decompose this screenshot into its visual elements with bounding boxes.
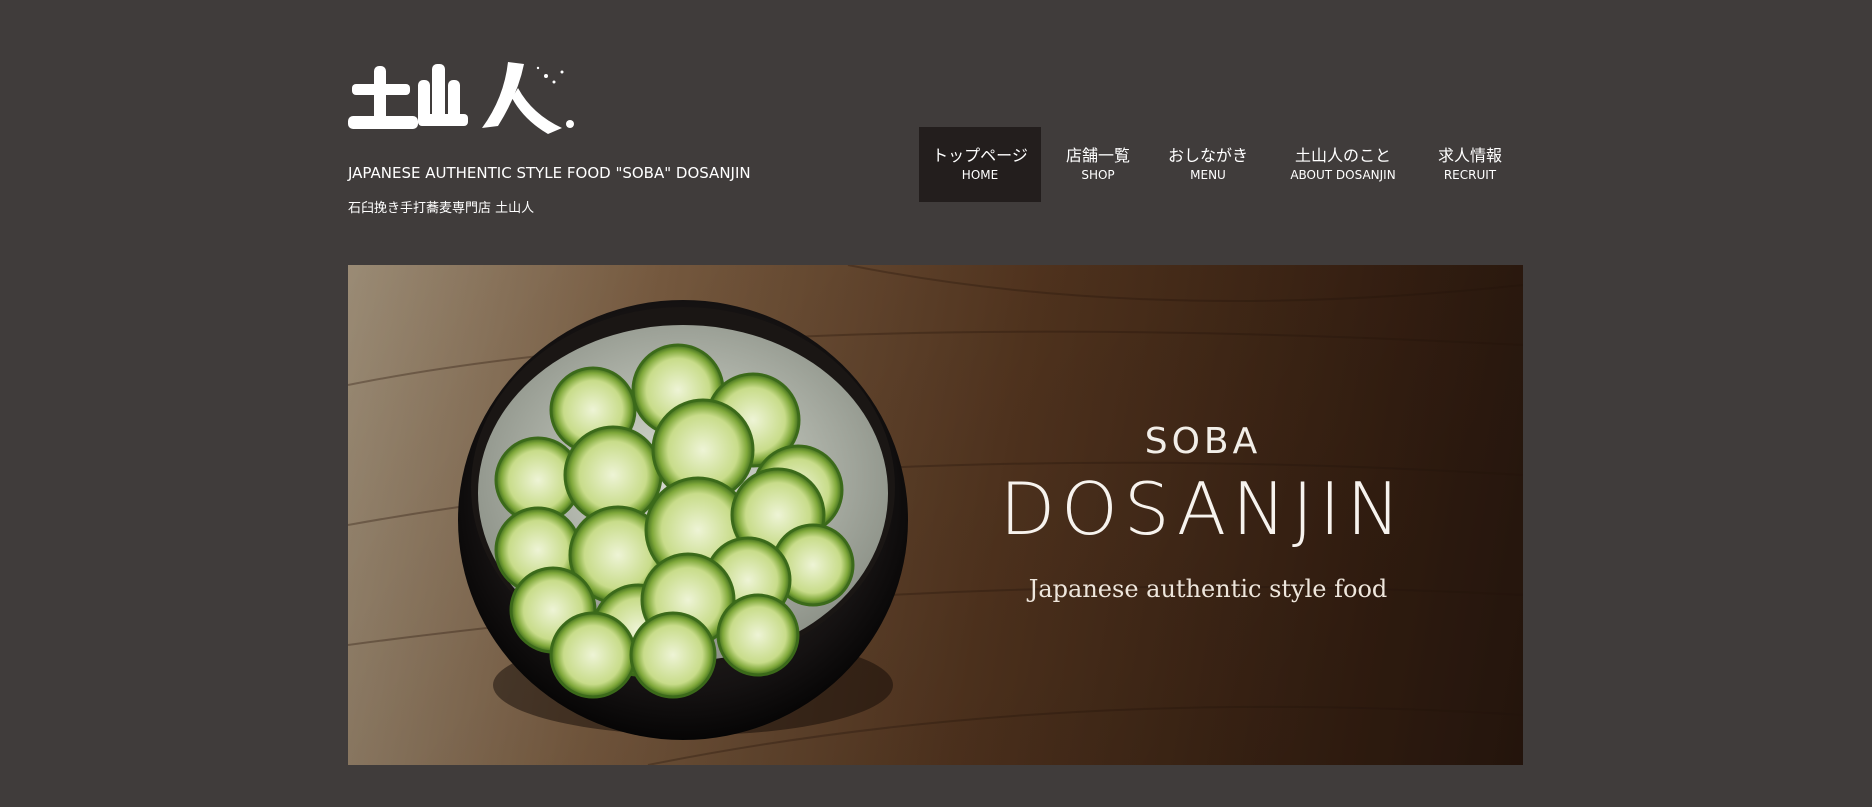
nav-item-shop[interactable]: 店舗一覧 SHOP [1041,127,1155,202]
hero-brand-title: DOSANJIN [999,467,1407,551]
nav-item-ja-label: 求人情報 [1437,146,1502,165]
nav-item-recruit[interactable]: 求人情報 RECRUIT [1425,127,1515,202]
nav-item-en-label: SHOP [1081,168,1115,182]
site-subtitle: 石臼挽き手打蕎麦専門店 土山人 [348,201,535,216]
nav-item-en-label: ABOUT DOSANJIN [1290,168,1396,182]
nav-item-menu[interactable]: おしながき MENU [1155,127,1261,202]
nav-item-ja-label: おしながき [1167,146,1248,165]
nav-item-ja-label: 店舗一覧 [1065,146,1130,165]
hero-banner: SOBA DOSANJIN Japanese authentic style f… [348,265,1523,765]
nav-item-en-label: HOME [961,168,999,182]
hero-soba-title: SOBA [1144,421,1262,462]
site-header: JAPANESE AUTHENTIC STYLE FOOD "SOBA" DOS… [348,0,1524,260]
nav-item-ja-label: トップページ [932,146,1028,165]
nav-item-about[interactable]: 土山人のこと ABOUT DOSANJIN [1261,127,1425,202]
site-logo[interactable] [348,58,584,138]
site-tagline: JAPANESE AUTHENTIC STYLE FOOD "SOBA" DOS… [348,164,751,182]
nav-item-en-label: MENU [1190,168,1226,182]
main-nav: トップページ HOME 店舗一覧 SHOP おしながき MENU 土山人のこと … [919,127,1515,202]
nav-item-home[interactable]: トップページ HOME [919,127,1041,202]
hero-text: SOBA DOSANJIN Japanese authentic style f… [348,265,1523,765]
nav-item-en-label: RECRUIT [1443,168,1497,182]
nav-item-ja-label: 土山人のこと [1294,146,1391,165]
hero-tagline: Japanese authentic style food [1028,575,1388,603]
